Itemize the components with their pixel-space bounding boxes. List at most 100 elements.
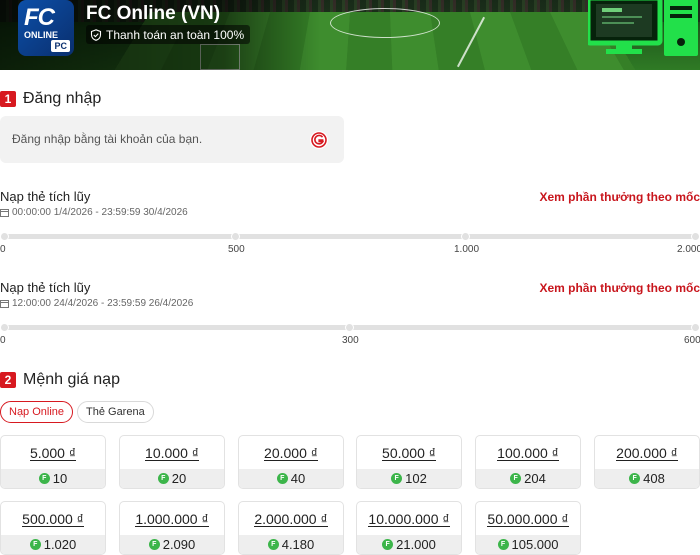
denomination-points-value: 21.000 bbox=[396, 537, 436, 552]
denomination-points: F 2.090 bbox=[120, 535, 224, 554]
denomination-price: 10.000.000 ₫ bbox=[357, 502, 461, 536]
game-title: FC Online (VN) bbox=[86, 3, 221, 24]
fc-coin-icon: F bbox=[267, 539, 279, 550]
denomination-price-text: 2.000.000 ₫ bbox=[254, 510, 328, 527]
milestone-dot bbox=[691, 232, 700, 241]
fc-coin-icon: F bbox=[510, 473, 522, 484]
login-section-title: Đăng nhập bbox=[23, 90, 102, 107]
denomination-points: F 408 bbox=[595, 469, 699, 488]
denomination-price: 20.000 ₫ bbox=[239, 436, 343, 470]
pitch-circle bbox=[330, 8, 440, 38]
view-rewards-link[interactable]: Xem phần thưởng theo mốc bbox=[539, 281, 700, 295]
denomination-points: F 10 bbox=[1, 469, 105, 488]
garena-icon[interactable] bbox=[310, 131, 328, 149]
milestone-label: 2.000 bbox=[677, 244, 700, 255]
cumulative-date-text: 12:00:00 24/4/2026 - 23:59:59 26/4/2026 bbox=[12, 298, 194, 309]
denomination-price-text: 10.000 ₫ bbox=[145, 444, 199, 461]
fc-coin-icon: F bbox=[38, 473, 50, 484]
cumulative-date: 00:00:00 1/4/2026 - 23:59:59 30/4/2026 bbox=[0, 207, 188, 218]
denomination-points-value: 2.090 bbox=[162, 537, 196, 552]
denomination-card[interactable]: 50.000 ₫ F 102 bbox=[356, 435, 462, 489]
denomination-price-text: 50.000 ₫ bbox=[382, 444, 436, 461]
denomination-price-text: 1.000.000 ₫ bbox=[135, 510, 209, 527]
denomination-price-text: 100.000 ₫ bbox=[497, 444, 559, 461]
milestone-dot bbox=[461, 232, 470, 241]
denomination-card[interactable]: 1.000.000 ₫ F 2.090 bbox=[119, 501, 225, 555]
fc-coin-icon: F bbox=[276, 473, 288, 484]
milestone-label: 600 bbox=[684, 335, 700, 346]
denomination-price: 500.000 ₫ bbox=[1, 502, 105, 536]
secure-badge-label: Thanh toán an toàn 100% bbox=[106, 27, 245, 42]
cumulative-date: 12:00:00 24/4/2026 - 23:59:59 26/4/2026 bbox=[0, 298, 193, 309]
denomination-points: F 20 bbox=[120, 469, 224, 488]
denomination-price-text: 20.000 ₫ bbox=[264, 444, 318, 461]
shield-check-icon bbox=[90, 28, 102, 41]
denomination-price-text: 200.000 ₫ bbox=[616, 444, 678, 461]
logo-online-text: ONLINE bbox=[24, 30, 59, 40]
denomination-price: 50.000 ₫ bbox=[357, 436, 461, 470]
login-section-header: 1 Đăng nhập bbox=[0, 90, 101, 108]
denomination-price-text: 50.000.000 ₫ bbox=[487, 510, 569, 527]
login-prompt: Đăng nhập bằng tài khoản của bạn. bbox=[12, 132, 203, 146]
game-logo: FC ONLINE PC bbox=[18, 0, 74, 56]
milestone-label: 0 bbox=[0, 244, 6, 255]
fc-coin-icon: F bbox=[148, 539, 160, 550]
login-box[interactable]: Đăng nhập bằng tài khoản của bạn. bbox=[0, 116, 344, 163]
denomination-price: 2.000.000 ₫ bbox=[239, 502, 343, 536]
denomination-points-value: 105.000 bbox=[511, 537, 559, 552]
secure-payment-badge: Thanh toán an toàn 100% bbox=[86, 25, 251, 44]
denomination-card[interactable]: 5.000 ₫ F 10 bbox=[0, 435, 106, 489]
denomination-price: 5.000 ₫ bbox=[1, 436, 105, 470]
step-number-badge: 2 bbox=[0, 372, 16, 388]
milestone-label: 500 bbox=[228, 244, 245, 255]
denomination-price: 50.000.000 ₫ bbox=[476, 502, 580, 536]
denomination-points: F 21.000 bbox=[357, 535, 461, 554]
denomination-section-header: 2 Mệnh giá nạp bbox=[0, 371, 120, 389]
denomination-points-value: 102 bbox=[405, 471, 427, 486]
milestone-dot bbox=[0, 232, 9, 241]
denomination-card[interactable]: 500.000 ₫ F 1.020 bbox=[0, 501, 106, 555]
cumulative-title: Nạp thẻ tích lũy bbox=[0, 189, 91, 204]
denomination-points-value: 40 bbox=[290, 471, 306, 486]
milestone-label: 1.000 bbox=[454, 244, 480, 255]
denomination-points-value: 20 bbox=[171, 471, 187, 486]
denomination-points-value: 1.020 bbox=[43, 537, 77, 552]
milestone-dot bbox=[231, 232, 240, 241]
denomination-points-value: 408 bbox=[643, 471, 665, 486]
denomination-card[interactable]: 50.000.000 ₫ F 105.000 bbox=[475, 501, 581, 555]
denomination-card[interactable]: 100.000 ₫ F 204 bbox=[475, 435, 581, 489]
calendar-icon bbox=[0, 209, 9, 217]
view-rewards-link[interactable]: Xem phần thưởng theo mốc bbox=[539, 190, 700, 204]
denomination-card[interactable]: 20.000 ₫ F 40 bbox=[238, 435, 344, 489]
denomination-card[interactable]: 10.000 ₫ F 20 bbox=[119, 435, 225, 489]
fc-coin-icon: F bbox=[382, 539, 394, 550]
denomination-points-value: 4.180 bbox=[281, 537, 315, 552]
denomination-card[interactable]: 2.000.000 ₫ F 4.180 bbox=[238, 501, 344, 555]
pc-platform-icon bbox=[588, 0, 698, 56]
denomination-card[interactable]: 10.000.000 ₫ F 21.000 bbox=[356, 501, 462, 555]
logo-fc-text: FC bbox=[24, 4, 55, 31]
fc-coin-icon: F bbox=[391, 473, 403, 484]
denomination-price: 1.000.000 ₫ bbox=[120, 502, 224, 536]
denomination-price: 10.000 ₫ bbox=[120, 436, 224, 470]
denomination-price-text: 500.000 ₫ bbox=[22, 510, 84, 527]
denomination-points: F 102 bbox=[357, 469, 461, 488]
fc-coin-icon: F bbox=[629, 473, 641, 484]
denomination-points: F 4.180 bbox=[239, 535, 343, 554]
denomination-points-value: 204 bbox=[524, 471, 546, 486]
denomination-points: F 105.000 bbox=[476, 535, 580, 554]
denomination-card[interactable]: 200.000 ₫ F 408 bbox=[594, 435, 700, 489]
calendar-icon bbox=[0, 300, 9, 308]
fc-coin-icon: F bbox=[497, 539, 509, 550]
milestone-dot bbox=[345, 323, 354, 332]
denomination-price: 200.000 ₫ bbox=[595, 436, 699, 470]
denomination-points-value: 10 bbox=[52, 471, 68, 486]
denomination-section-title: Mệnh giá nạp bbox=[23, 371, 120, 388]
denomination-points: F 204 bbox=[476, 469, 580, 488]
fc-coin-icon: F bbox=[29, 539, 41, 550]
tab-online-topup[interactable]: Nạp Online bbox=[0, 401, 74, 423]
cumulative-title: Nạp thẻ tích lũy bbox=[0, 280, 91, 295]
progress-track bbox=[4, 234, 696, 239]
tab-garena-card[interactable]: Thẻ Garena bbox=[77, 401, 154, 423]
milestone-dot bbox=[691, 323, 700, 332]
